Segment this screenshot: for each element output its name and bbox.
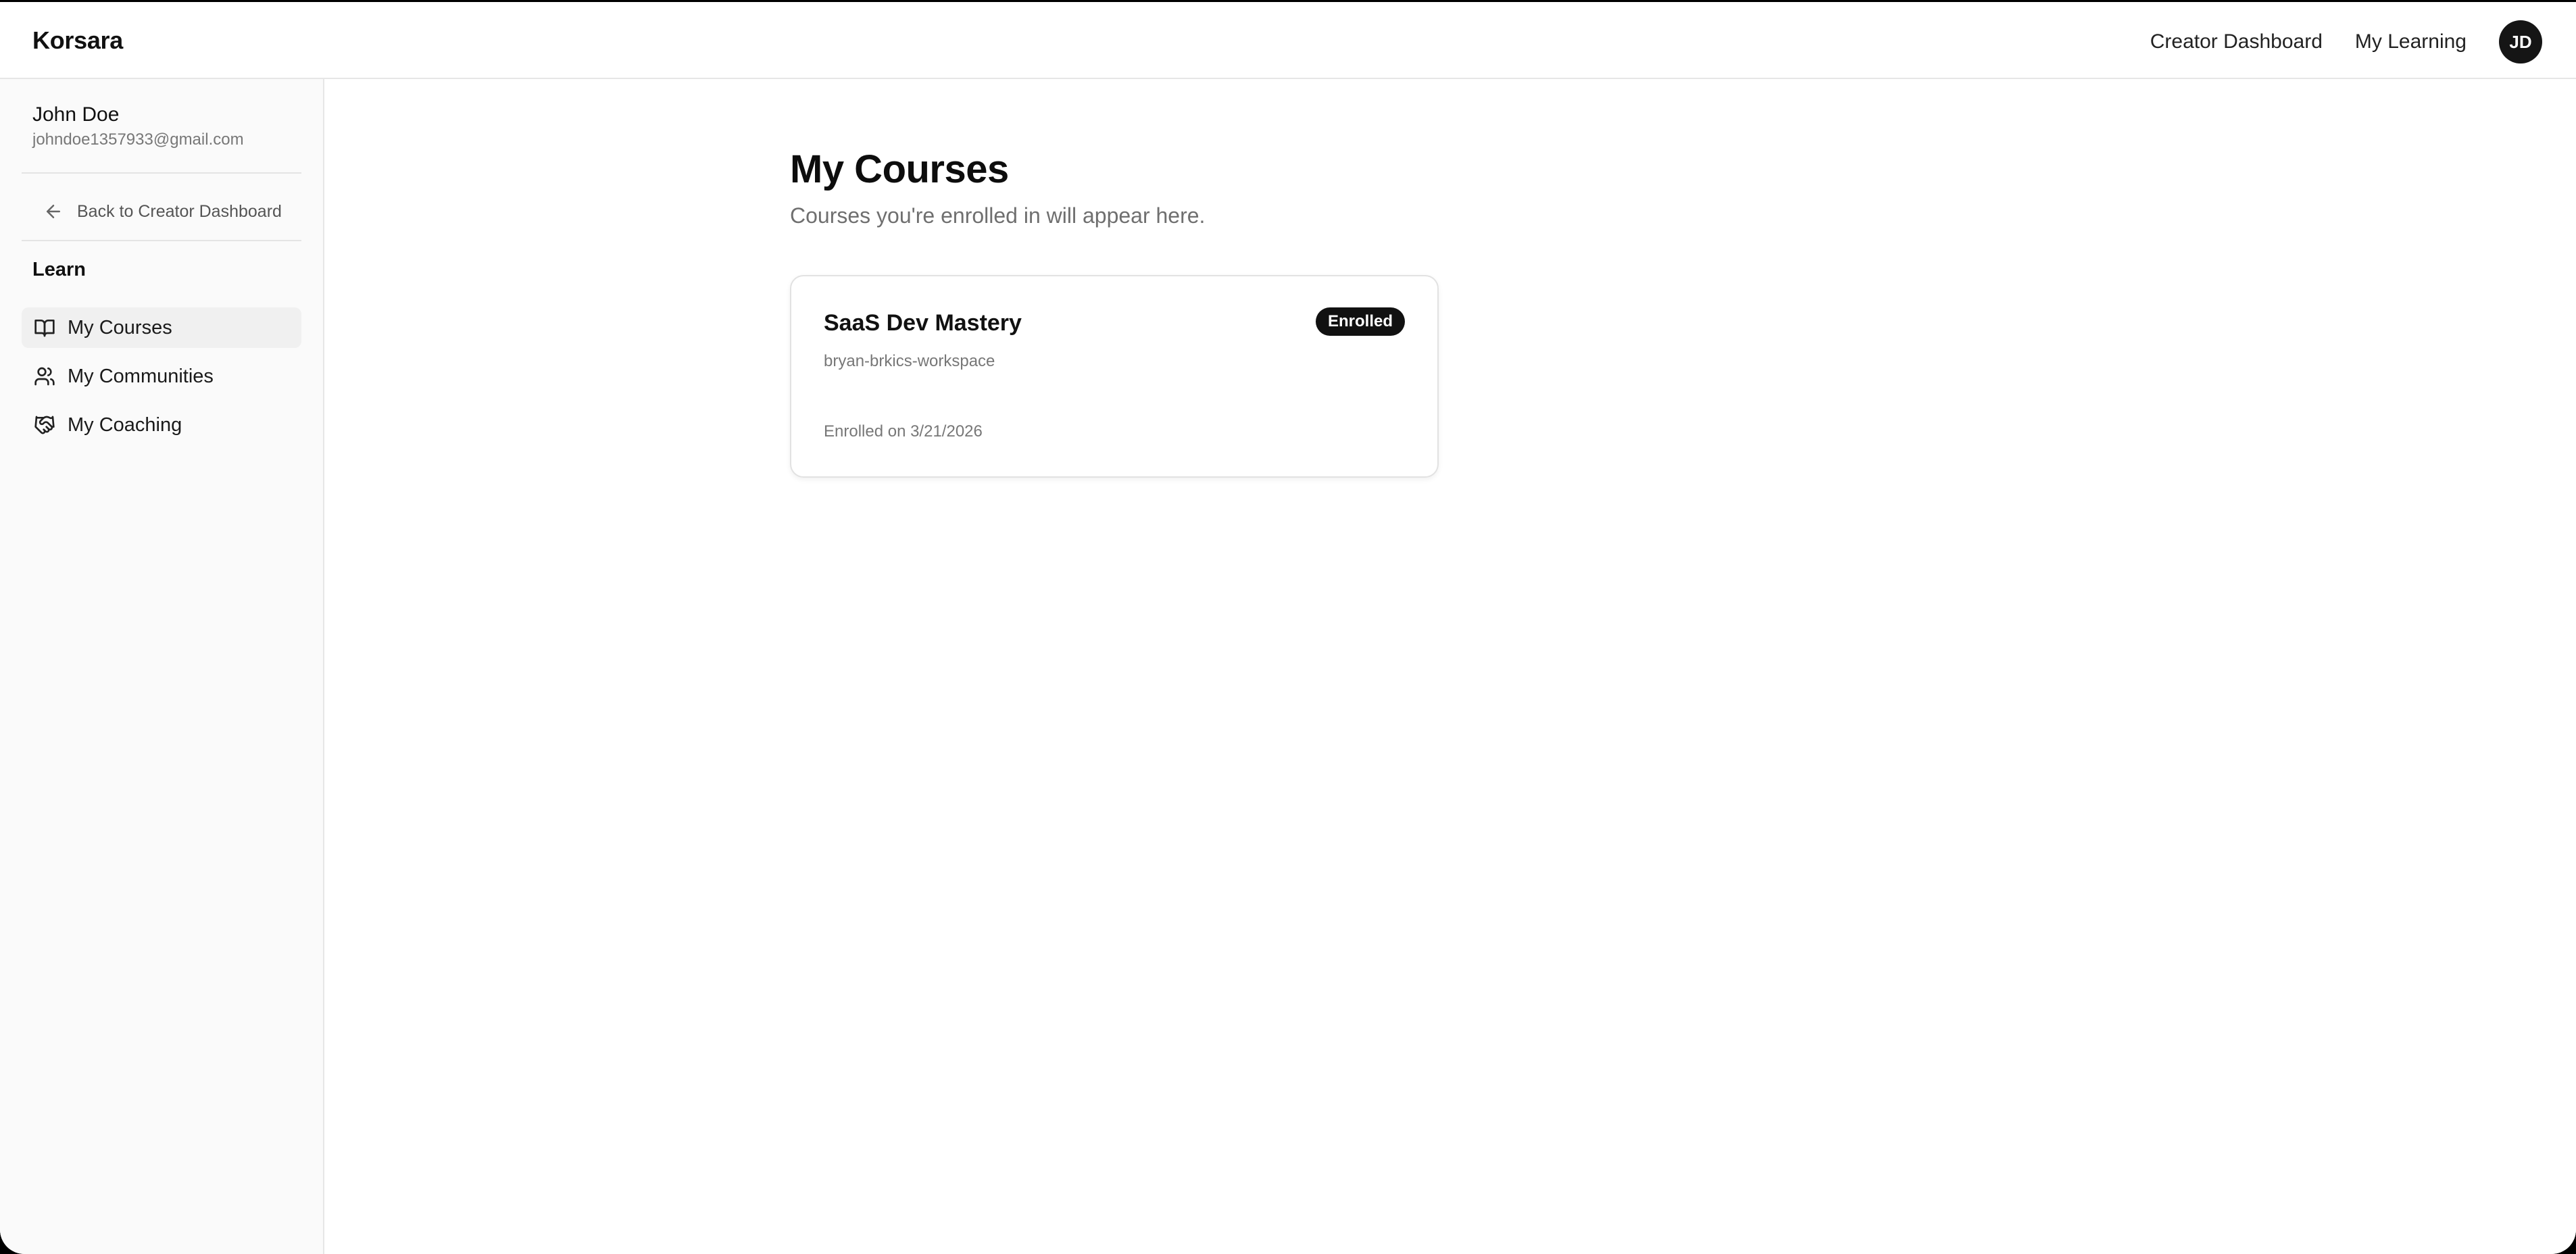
back-to-creator-dashboard-link[interactable]: Back to Creator Dashboard bbox=[43, 198, 282, 225]
main-content: My Courses Courses you're enrolled in wi… bbox=[326, 79, 2576, 1254]
sidebar-item-my-communities[interactable]: My Communities bbox=[22, 356, 301, 397]
users-icon bbox=[34, 367, 55, 386]
top-nav: Creator Dashboard My Learning JD bbox=[2150, 20, 2542, 64]
nav-my-learning[interactable]: My Learning bbox=[2355, 30, 2467, 53]
brand-logo[interactable]: Korsara bbox=[32, 26, 123, 55]
sidebar-section-learn: Learn bbox=[32, 259, 86, 280]
course-card[interactable]: SaaS Dev Mastery Enrolled bryan-brkics-w… bbox=[790, 275, 1439, 478]
user-email: johndoe1357933@gmail.com bbox=[32, 130, 244, 149]
sidebar-divider bbox=[22, 240, 301, 241]
sidebar-item-label: My Courses bbox=[68, 316, 172, 338]
user-name: John Doe bbox=[32, 103, 120, 126]
sidebar-item-my-coaching[interactable]: My Coaching bbox=[22, 405, 301, 445]
arrow-left-icon bbox=[47, 205, 60, 218]
app-window: Korsara Creator Dashboard My Learning JD… bbox=[0, 2, 2576, 1254]
course-workspace: bryan-brkics-workspace bbox=[824, 352, 995, 370]
sidebar-item-my-courses[interactable]: My Courses bbox=[22, 307, 301, 348]
sidebar-item-label: My Communities bbox=[68, 365, 214, 387]
page-title: My Courses bbox=[790, 147, 1009, 191]
handshake-icon bbox=[34, 416, 55, 434]
back-link-label: Back to Creator Dashboard bbox=[77, 201, 282, 221]
status-badge: Enrolled bbox=[1315, 307, 1405, 336]
sidebar-divider bbox=[22, 172, 301, 174]
course-title: SaaS Dev Mastery bbox=[824, 310, 1022, 336]
sidebar-item-label: My Coaching bbox=[68, 413, 182, 436]
page-subtitle: Courses you're enrolled in will appear h… bbox=[790, 203, 1206, 228]
avatar[interactable]: JD bbox=[2499, 20, 2542, 64]
nav-creator-dashboard[interactable]: Creator Dashboard bbox=[2150, 30, 2323, 53]
sidebar: John Doe johndoe1357933@gmail.com Back t… bbox=[0, 79, 324, 1254]
course-enrolled-date: Enrolled on 3/21/2026 bbox=[824, 422, 983, 441]
top-bar: Korsara Creator Dashboard My Learning JD bbox=[0, 2, 2576, 79]
book-open-icon bbox=[34, 320, 55, 337]
